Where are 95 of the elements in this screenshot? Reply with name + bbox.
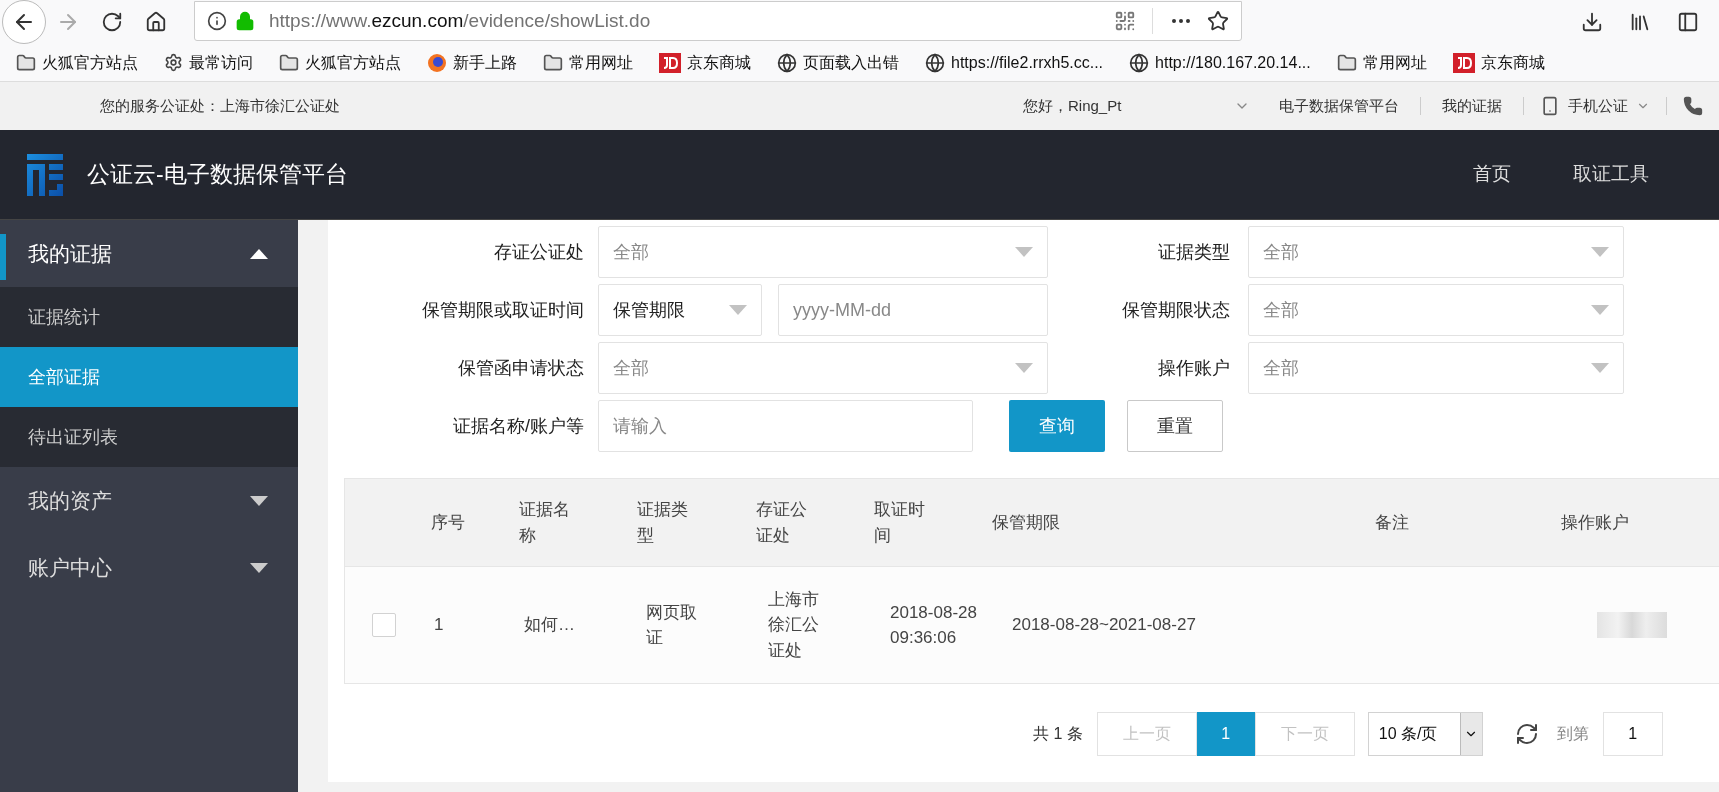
fox-globe-icon: [427, 52, 447, 73]
bookmark-item[interactable]: 新手上路: [427, 50, 517, 75]
select-field[interactable]: 全部: [598, 342, 1048, 394]
jd-logo-icon: [659, 52, 681, 73]
column-header: 保管期限: [992, 511, 1062, 534]
filter-label: 保管函申请状态: [457, 356, 584, 380]
home-icon: [145, 11, 167, 33]
column-header: 证据类型: [637, 499, 690, 547]
caret-down-icon: [1591, 363, 1609, 373]
goto-page-input[interactable]: 1: [1602, 712, 1663, 756]
bookmark-item[interactable]: 火狐官方站点: [16, 50, 138, 75]
row-checkbox[interactable]: [371, 613, 396, 637]
caret-down-icon: [1591, 305, 1609, 315]
select-field[interactable]: 全部: [1248, 226, 1624, 278]
folder-icon: [279, 52, 299, 73]
info-icon: [207, 11, 227, 31]
filter-label: 保管期限状态: [1121, 298, 1230, 322]
gear-icon: [164, 53, 183, 72]
globe-icon: [1129, 52, 1150, 73]
table-cell-text: 如何…: [524, 614, 576, 637]
nav-link[interactable]: 首页: [1473, 160, 1511, 189]
select-field[interactable]: 全部: [1248, 284, 1624, 336]
bookmark-item[interactable]: 页面载入出错: [777, 50, 899, 75]
table-cell-text: 网页取证: [646, 601, 698, 649]
select-field[interactable]: 保管期限: [598, 284, 762, 336]
reset-button[interactable]: 重置: [1127, 400, 1223, 452]
address-bar[interactable]: https://www.ezcun.com/evidence/showList.do: [194, 1, 1242, 41]
back-button[interactable]: [2, 0, 46, 44]
total-count: 共 1 条: [1033, 724, 1083, 744]
sidebar-icon[interactable]: [1677, 11, 1699, 33]
bookmark-item[interactable]: 京东商城: [1452, 50, 1545, 75]
table-cell-text: 2018-08-28~2021-08-27: [1012, 614, 1197, 637]
library-icon[interactable]: [1629, 11, 1651, 33]
folder-icon: [543, 52, 563, 73]
nav-link[interactable]: 取证工具: [1573, 160, 1649, 189]
folder-icon: [16, 52, 36, 73]
table-cell-text: 1: [434, 614, 445, 637]
search-input-field[interactable]: 请输入: [598, 400, 973, 452]
folder-icon: [1336, 52, 1357, 73]
jd-logo-icon: [1452, 52, 1475, 73]
bookmark-item[interactable]: https://file2.rrxh5.cc...: [925, 50, 1104, 75]
sidebar-subitem[interactable]: 证据统计: [0, 287, 298, 347]
smartphone-icon: [1540, 96, 1560, 116]
qr-code-icon[interactable]: [1114, 10, 1136, 32]
filter-label: 证据类型: [1157, 240, 1230, 264]
column-header: 存证公证处: [755, 499, 808, 547]
top-link[interactable]: 电子数据保管平台: [1258, 94, 1420, 118]
date-input-field[interactable]: yyyy-MM-dd: [778, 284, 1048, 336]
table-cell-text: 2018-08-28 09:36:06: [890, 601, 978, 649]
sidebar-subitem[interactable]: 待出证列表: [0, 407, 298, 467]
reload-icon: [101, 11, 123, 33]
sidebar-menu-item[interactable]: 我的资产: [0, 467, 298, 534]
bookmark-item[interactable]: http://180.167.20.14...: [1129, 50, 1311, 75]
download-icon[interactable]: [1581, 11, 1603, 33]
select-field[interactable]: 全部: [1248, 342, 1624, 394]
bookmark-item[interactable]: 最常访问: [164, 50, 253, 75]
caret-down-icon: [1591, 247, 1609, 257]
url-text: https://www.ezcun.com/evidence/showList.do: [269, 8, 651, 33]
top-link[interactable]: 我的证据: [1421, 94, 1523, 118]
select-field[interactable]: 全部: [598, 226, 1048, 278]
table-cell-text: 上海市徐汇公证处: [768, 588, 820, 662]
lock-icon: [235, 11, 255, 31]
refresh-icon[interactable]: [1514, 722, 1539, 746]
mobile-notary-menu[interactable]: 手机公证: [1524, 94, 1666, 118]
caret-down-icon: [1015, 363, 1033, 373]
caret-down-icon: [729, 305, 747, 315]
column-header: 证据名称: [518, 499, 571, 547]
filter-label: 保管期限或取证时间: [421, 298, 584, 322]
caret-up-icon: [250, 248, 268, 259]
column-header: 序号: [431, 511, 467, 534]
bookmark-star-icon[interactable]: [1207, 10, 1229, 32]
goto-label: 到第: [1556, 724, 1589, 744]
globe-icon: [925, 52, 945, 73]
app-title: 公证云-电子数据保管平台: [87, 160, 348, 190]
bookmark-item[interactable]: 常用网址: [543, 50, 633, 75]
phone-icon[interactable]: [1683, 96, 1703, 116]
bookmark-item[interactable]: 火狐官方站点: [279, 50, 401, 75]
filter-label: 操作账户: [1157, 356, 1230, 380]
filter-label: 存证公证处: [493, 240, 584, 264]
column-header: 取证时间: [873, 499, 926, 547]
page-size-select[interactable]: 10 条/页: [1367, 712, 1483, 756]
caret-down-icon: [250, 562, 268, 573]
caret-down-icon: [250, 495, 268, 506]
sidebar-menu-item[interactable]: 我的证据: [0, 220, 298, 287]
logo-icon: [27, 153, 63, 196]
column-header: 操作账户: [1561, 511, 1631, 534]
service-office-text: 您的服务公证处：上海市徐汇公证处: [100, 95, 340, 116]
bookmark-item[interactable]: 京东商城: [659, 50, 751, 75]
globe-icon: [777, 52, 797, 73]
bookmark-item[interactable]: 常用网址: [1336, 50, 1427, 75]
caret-down-icon: [1015, 247, 1033, 257]
sidebar-menu-item[interactable]: 账户中心: [0, 534, 298, 601]
user-menu[interactable]: 您好，Ring_Pt: [1023, 94, 1258, 118]
column-header: 备注: [1375, 511, 1411, 534]
filter-label: 证据名称/账户等: [452, 414, 584, 438]
